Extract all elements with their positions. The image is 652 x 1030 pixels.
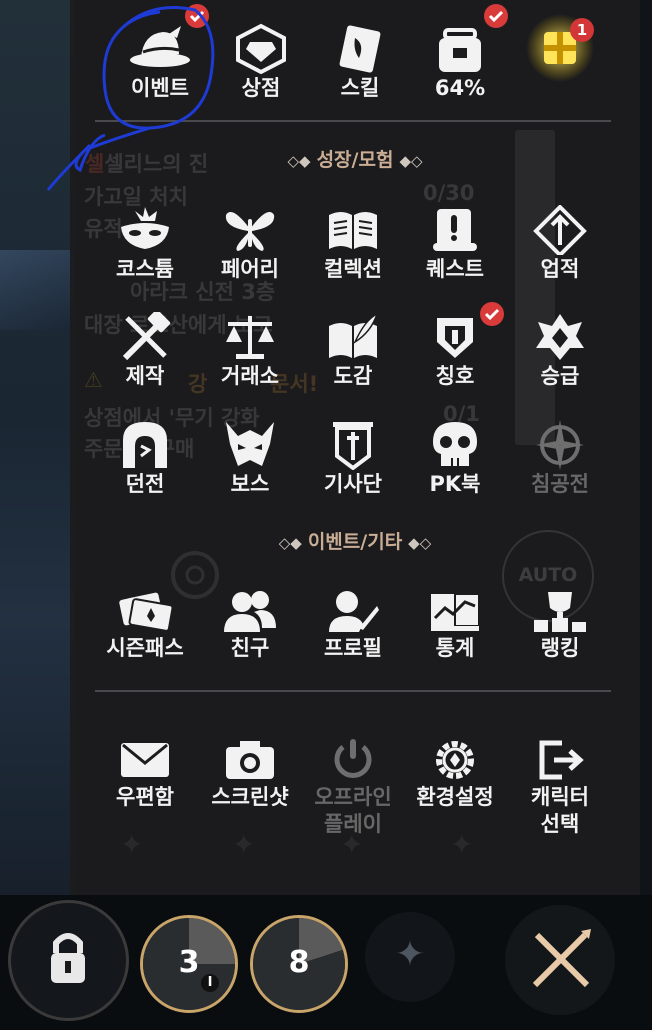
slot-1-count: 3 xyxy=(178,945,200,980)
menu-boss[interactable]: 보스 xyxy=(195,420,305,497)
game-world-wall xyxy=(0,250,75,330)
menu-exchange[interactable]: 거래소 xyxy=(195,312,305,389)
menu-collection[interactable]: 컬렉션 xyxy=(298,205,408,282)
menu-profile[interactable]: 프로필 xyxy=(298,588,408,661)
empty-skill-slot[interactable]: ✦ xyxy=(365,912,455,1002)
title-new-badge xyxy=(480,302,504,326)
menu-statistics[interactable]: 통계 xyxy=(400,588,510,661)
checkmark-icon xyxy=(488,10,504,23)
menu-friends[interactable]: 친구 xyxy=(195,588,305,661)
menu-promotion[interactable]: 승급 xyxy=(505,312,615,389)
ghost-sparkle-1: ✦ xyxy=(120,828,144,861)
title-emblem-icon xyxy=(437,318,473,358)
exit-icon xyxy=(539,740,584,780)
bottom-divider xyxy=(95,690,611,692)
menu-offline-play[interactable]: 오프라인 플레이 xyxy=(298,737,408,837)
menu-skill[interactable]: 스킬 xyxy=(305,22,415,101)
skill-slot-2[interactable]: 8 xyxy=(250,915,348,1013)
menu-event[interactable]: 이벤트 xyxy=(105,22,215,101)
game-world-background-left xyxy=(0,0,75,1030)
profile-icon xyxy=(329,591,379,632)
menu-ranking[interactable]: 랭킹 xyxy=(505,588,615,661)
menu-dungeon[interactable]: 던전 xyxy=(90,420,200,497)
lock-icon xyxy=(51,933,85,983)
menu-fairy[interactable]: 페어리 xyxy=(195,205,305,282)
menu-pk-book[interactable]: PK북 xyxy=(400,420,510,497)
menu-inventory[interactable]: 64% xyxy=(405,22,515,101)
top-divider xyxy=(95,120,611,122)
craft-hammer-icon xyxy=(122,312,171,361)
menu-costume[interactable]: 코스튬 xyxy=(90,205,200,282)
ghost-sparkle-4: ✦ xyxy=(450,828,474,861)
checkmark-icon xyxy=(189,10,205,23)
menu-achievement[interactable]: 업적 xyxy=(505,205,615,282)
menu-codex[interactable]: 도감 xyxy=(298,312,408,389)
quest-scroll-icon xyxy=(433,209,477,251)
lock-button[interactable] xyxy=(8,900,129,1021)
menu-character-select[interactable]: 캐릭터 선택 xyxy=(505,737,615,837)
inventory-new-badge xyxy=(484,4,508,28)
menu-settings[interactable]: 환경설정 xyxy=(400,737,510,810)
ghost-scroll-area xyxy=(515,130,555,445)
friends-icon xyxy=(224,591,276,632)
ghost-sparkle-2: ✦ xyxy=(232,828,256,861)
promotion-crest-icon xyxy=(536,314,584,360)
shop-icon xyxy=(236,23,286,74)
checkmark-icon xyxy=(484,308,500,321)
ghost-quest-1-value: 0/30 xyxy=(423,181,475,205)
sparkle-icon: ✦ xyxy=(394,934,426,975)
event-new-badge xyxy=(185,4,209,28)
collection-book-icon xyxy=(329,212,377,249)
season-pass-icon xyxy=(119,592,174,632)
power-icon xyxy=(334,739,372,778)
settings-gear-icon xyxy=(436,741,474,779)
crossed-weapon-icon xyxy=(532,929,591,988)
skill-slot-1[interactable]: 3 I xyxy=(140,915,238,1013)
section-event-header: ◇◆ 이벤트/기타 ◆◇ xyxy=(278,531,432,553)
menu-quest[interactable]: 퀘스트 xyxy=(400,205,510,282)
menu-invasion[interactable]: 침공전 xyxy=(505,420,615,497)
boss-icon xyxy=(226,422,274,466)
knights-banner-icon xyxy=(333,422,373,470)
codex-book-icon xyxy=(329,312,379,358)
hat-icon xyxy=(130,26,190,67)
menu-craft[interactable]: 제작 xyxy=(90,312,200,389)
bag-icon xyxy=(439,28,481,72)
menu-shop[interactable]: 상점 xyxy=(206,22,316,101)
section-growth-header: ◇◆ 성장/모험 ◆◇ xyxy=(287,149,423,171)
menu-screenshot[interactable]: 스크린샷 xyxy=(195,737,305,810)
mask-icon xyxy=(121,207,169,249)
slot-1-sub: I xyxy=(201,974,219,992)
skill-book-icon xyxy=(339,25,381,73)
menu-gift-box[interactable] xyxy=(505,12,615,84)
menu-knights[interactable]: 기사단 xyxy=(298,420,408,497)
scales-icon xyxy=(226,316,274,359)
invasion-compass-icon xyxy=(536,420,584,470)
dungeon-icon xyxy=(123,422,167,468)
weapon-skill-button[interactable] xyxy=(505,905,615,1015)
achievement-icon xyxy=(533,205,587,255)
statistics-icon xyxy=(431,593,480,631)
menu-mailbox[interactable]: 우편함 xyxy=(90,737,200,810)
skull-icon xyxy=(433,422,477,466)
gift-count-badge: 1 xyxy=(570,18,594,42)
ranking-trophy-icon xyxy=(534,592,586,632)
camera-icon xyxy=(226,741,274,779)
mail-icon xyxy=(121,743,169,777)
menu-season-pass[interactable]: 시즌패스 xyxy=(90,588,200,661)
slot-2-count: 8 xyxy=(288,945,310,980)
fairy-icon xyxy=(225,212,275,251)
